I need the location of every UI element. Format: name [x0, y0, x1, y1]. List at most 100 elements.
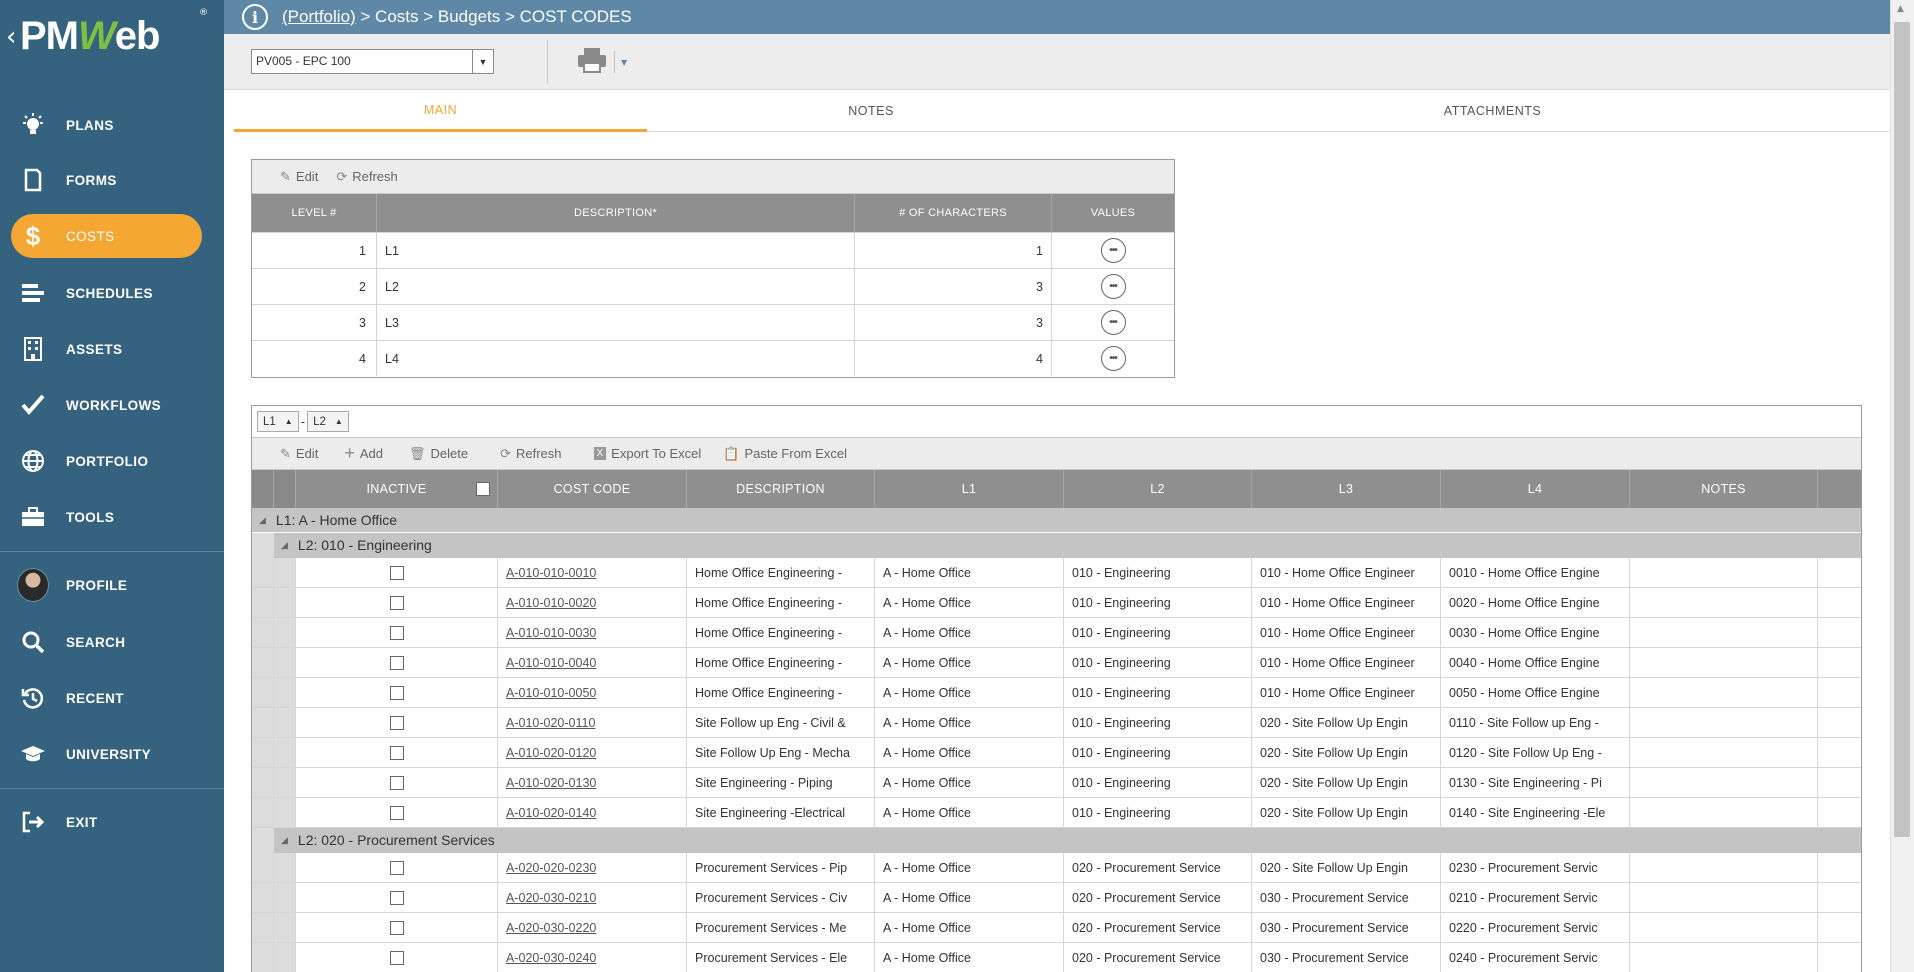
sidebar-item-university[interactable]: UNIVERSITY: [0, 732, 224, 776]
cost-code-link[interactable]: A-010-020-0140: [498, 806, 596, 820]
table-row[interactable]: A-010-020-0120 Site Follow Up Eng - Mecha…: [252, 738, 1861, 768]
sidebar-item-assets[interactable]: ASSETS: [0, 327, 224, 371]
cost-code-link[interactable]: A-010-010-0050: [498, 686, 596, 700]
table-row[interactable]: A-020-030-0240 Procurement Services - Ele…: [252, 943, 1861, 972]
codes-delete-button[interactable]: 🗑 Delete: [409, 446, 468, 462]
table-row[interactable]: A-010-010-0010 Home Office Engineering - A…: [252, 558, 1861, 588]
cost-code-link[interactable]: A-010-020-0120: [498, 746, 596, 760]
sidebar-item-forms[interactable]: FORMS: [0, 158, 224, 202]
col-header-cost-code[interactable]: COST CODE: [498, 470, 687, 508]
inactive-checkbox[interactable]: [389, 805, 404, 820]
sidebar-item-portfolio[interactable]: PORTFOLIO: [0, 439, 224, 483]
caret-down-icon[interactable]: ▼: [621, 58, 627, 67]
inactive-checkbox[interactable]: [389, 655, 404, 670]
inactive-checkbox[interactable]: [389, 715, 404, 730]
inactive-checkbox[interactable]: [389, 775, 404, 790]
cost-code-link[interactable]: A-020-030-0240: [498, 951, 596, 965]
col-header-inactive[interactable]: INACTIVE: [296, 470, 498, 508]
inactive-checkbox[interactable]: [389, 565, 404, 580]
levels-row[interactable]: 4 L4 4 •••: [252, 340, 1174, 376]
sidebar-item-tools[interactable]: TOOLS: [0, 495, 224, 539]
col-header-description[interactable]: DESCRIPTION: [687, 470, 875, 508]
table-row[interactable]: A-010-010-0040 Home Office Engineering - A…: [252, 648, 1861, 678]
table-row[interactable]: A-010-020-0140 Site Engineering -Electric…: [252, 798, 1861, 828]
col-header-l1[interactable]: L1: [875, 470, 1064, 508]
inactive-checkbox[interactable]: [389, 920, 404, 935]
col-header-l3[interactable]: L3: [1252, 470, 1441, 508]
cost-code-link[interactable]: A-010-020-0110: [498, 716, 595, 730]
collapse-triangle-icon[interactable]: ◢: [259, 515, 266, 526]
group-row-l2[interactable]: ◢ L2: 010 - Engineering: [252, 532, 1861, 558]
pmweb-logo[interactable]: ‹ PMWeb ®: [0, 0, 224, 80]
table-row[interactable]: A-020-030-0210 Procurement Services - Civ…: [252, 883, 1861, 913]
collapse-triangle-icon[interactable]: ◢: [281, 540, 288, 551]
back-chevron-icon[interactable]: ‹: [6, 22, 16, 52]
group-chip-l2[interactable]: L2 ▲: [307, 411, 349, 432]
codes-refresh-button[interactable]: ⟳ Refresh: [500, 446, 561, 462]
more-options-icon[interactable]: •••: [1100, 310, 1126, 335]
sidebar-item-plans[interactable]: PLANS: [0, 103, 224, 147]
group-row-l1[interactable]: ◢ L1: A - Home Office: [252, 508, 1861, 533]
sidebar-item-costs[interactable]: $ COSTS: [11, 214, 202, 258]
collapse-triangle-icon[interactable]: ◢: [281, 835, 288, 846]
col-header-chars[interactable]: # OF CHARACTERS: [855, 194, 1052, 232]
levels-row[interactable]: 2 L2 3 •••: [252, 268, 1174, 304]
sidebar-item-workflows[interactable]: WORKFLOWS: [0, 383, 224, 427]
inactive-checkbox[interactable]: [389, 890, 404, 905]
tab-main[interactable]: MAIN: [234, 90, 647, 132]
chevron-down-icon[interactable]: ▼: [472, 50, 493, 73]
breadcrumb-portfolio-link[interactable]: (Portfolio): [282, 7, 356, 26]
cost-code-link[interactable]: A-010-010-0020: [498, 596, 596, 610]
col-header-description[interactable]: DESCRIPTION*: [377, 194, 855, 232]
tab-notes[interactable]: NOTES: [647, 90, 1095, 132]
cost-code-link[interactable]: A-010-020-0130: [498, 776, 596, 790]
levels-row[interactable]: 3 L3 3 •••: [252, 304, 1174, 340]
cost-code-link[interactable]: A-010-010-0030: [498, 626, 596, 640]
inactive-checkbox[interactable]: [389, 860, 404, 875]
group-chip-l1[interactable]: L1 ▲: [257, 411, 299, 432]
inactive-checkbox[interactable]: [389, 595, 404, 610]
tab-attachments[interactable]: ATTACHMENTS: [1095, 90, 1890, 132]
table-row[interactable]: A-010-020-0110 Site Follow up Eng - Civil…: [252, 708, 1861, 738]
levels-edit-button[interactable]: ✎ Edit: [280, 169, 318, 185]
inactive-checkbox[interactable]: [389, 625, 404, 640]
scroll-up-arrow-icon[interactable]: ▲: [1897, 4, 1904, 14]
inactive-checkbox[interactable]: [389, 950, 404, 965]
select-all-checkbox[interactable]: [476, 482, 490, 496]
col-header-l2[interactable]: L2: [1064, 470, 1252, 508]
sidebar-item-profile[interactable]: PROFILE: [0, 563, 224, 607]
group-row-l2[interactable]: ◢ L2: 020 - Procurement Services: [252, 827, 1861, 853]
cost-code-link[interactable]: A-020-030-0220: [498, 921, 596, 935]
cost-code-link[interactable]: A-020-030-0210: [498, 891, 596, 905]
sidebar-item-schedules[interactable]: SCHEDULES: [0, 271, 224, 315]
cost-code-link[interactable]: A-020-020-0230: [498, 861, 596, 875]
project-select[interactable]: PV005 - EPC 100 ▼: [251, 49, 494, 74]
table-row[interactable]: A-010-010-0020 Home Office Engineering - A…: [252, 588, 1861, 618]
print-button[interactable]: ▼: [576, 48, 630, 76]
more-options-icon[interactable]: •••: [1100, 274, 1126, 299]
levels-row[interactable]: 1 L1 1 •••: [252, 232, 1174, 268]
paste-excel-button[interactable]: 📋 Paste From Excel: [723, 446, 847, 462]
cost-code-link[interactable]: A-010-010-0010: [498, 566, 596, 580]
col-header-level[interactable]: LEVEL #: [252, 194, 377, 232]
table-row[interactable]: A-010-020-0130 Site Engineering - Piping A…: [252, 768, 1861, 798]
inactive-checkbox[interactable]: [389, 745, 404, 760]
table-row[interactable]: A-020-020-0230 Procurement Services - Pip…: [252, 853, 1861, 883]
vertical-scrollbar[interactable]: ▲: [1890, 0, 1914, 972]
export-excel-button[interactable]: X Export To Excel: [593, 446, 701, 461]
info-icon[interactable]: i: [242, 4, 268, 30]
scrollbar-thumb[interactable]: [1894, 22, 1910, 837]
sidebar-item-search[interactable]: SEARCH: [0, 620, 224, 664]
table-row[interactable]: A-020-030-0220 Procurement Services - Me A…: [252, 913, 1861, 943]
more-options-icon[interactable]: •••: [1100, 346, 1126, 371]
col-header-l4[interactable]: L4: [1441, 470, 1630, 508]
cost-code-link[interactable]: A-010-010-0040: [498, 656, 596, 670]
table-row[interactable]: A-010-010-0030 Home Office Engineering - A…: [252, 618, 1861, 648]
table-row[interactable]: A-010-010-0050 Home Office Engineering - A…: [252, 678, 1861, 708]
sidebar-item-recent[interactable]: RECENT: [0, 676, 224, 720]
col-header-values[interactable]: VALUES: [1052, 194, 1174, 232]
codes-edit-button[interactable]: ✎ Edit: [280, 446, 318, 462]
levels-refresh-button[interactable]: ⟳ Refresh: [336, 169, 397, 185]
col-header-notes[interactable]: NOTES: [1630, 470, 1818, 508]
codes-add-button[interactable]: + Add: [344, 443, 383, 464]
